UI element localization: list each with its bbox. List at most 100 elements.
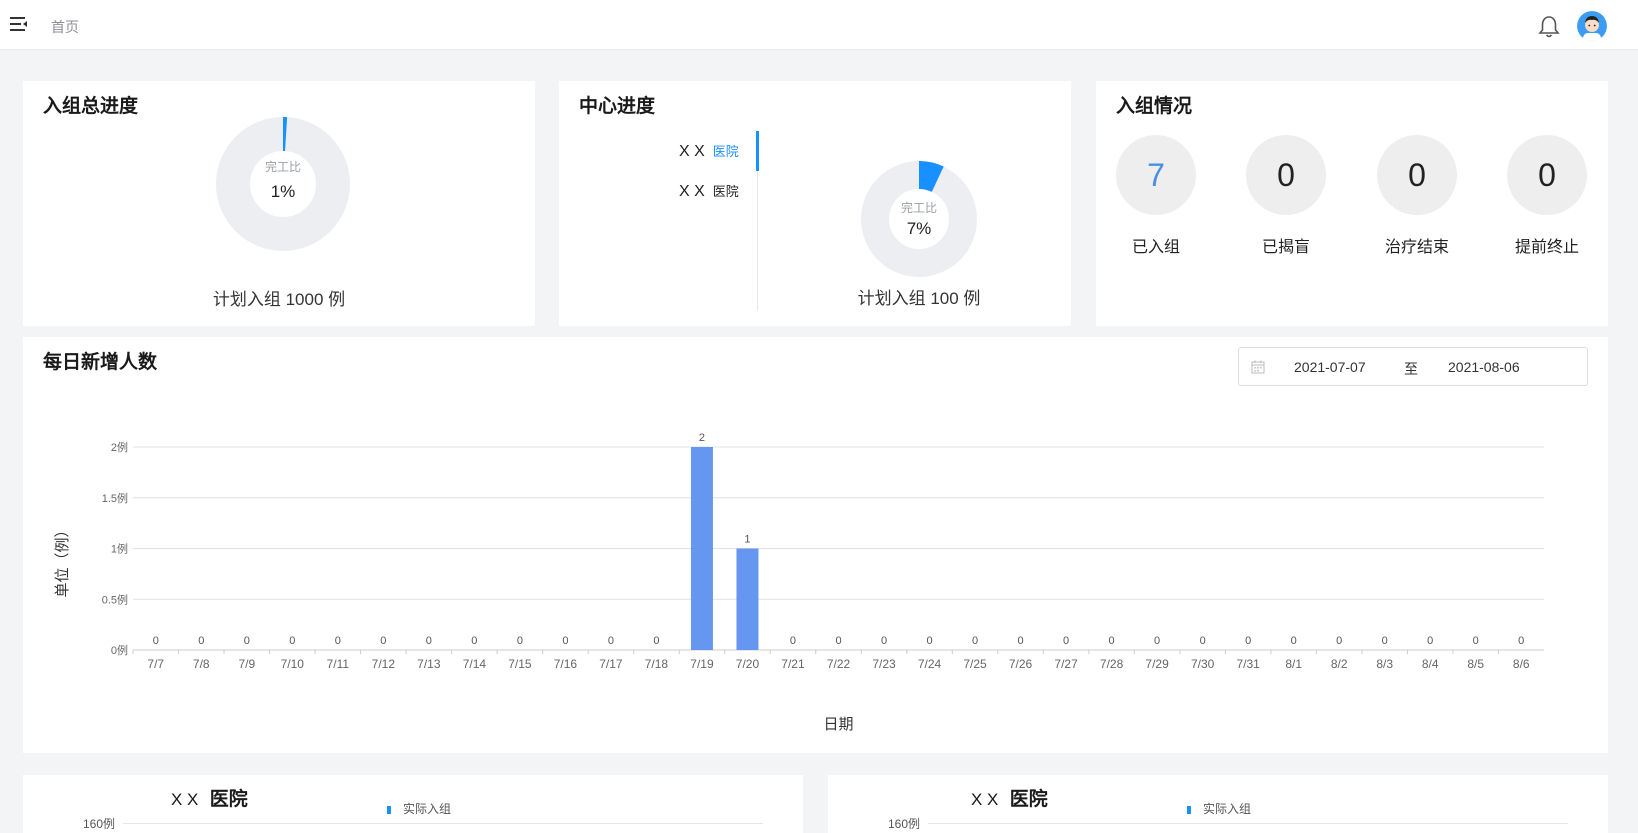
bar-value-label: 0 <box>972 635 978 647</box>
hospital-chart-1-ytick: 160例 <box>83 817 116 831</box>
x-tick-label: 7/15 <box>508 657 532 671</box>
x-tick-label: 7/8 <box>193 657 210 671</box>
hospital-tab-2-name: X X <box>679 183 705 200</box>
bar-value-label: 0 <box>153 635 159 647</box>
stat-unblinded-label: 已揭盲 <box>1261 239 1310 256</box>
bar-value-label: 0 <box>1018 635 1024 647</box>
date-start-input[interactable]: 2021-07-07 <box>1294 359 1366 375</box>
hospital-chart-card-2: X X 医院 实际入组 160例 <box>828 775 1608 833</box>
x-tick-label: 7/18 <box>645 657 669 671</box>
hospital-tab-2[interactable]: X X 医院 <box>679 181 739 201</box>
x-tick-label: 7/26 <box>1009 657 1033 671</box>
enrollment-status-card: 入组情况 7 已入组 0 已揭盲 0 治疗结束 0 提前终止 <box>1096 81 1608 326</box>
stat-early-termination-value: 0 <box>1507 135 1587 215</box>
x-tick-label: 7/17 <box>599 657 623 671</box>
stat-early-termination-label: 提前终止 <box>1514 239 1579 256</box>
hospital-chart-2-name: X X <box>971 790 999 809</box>
stat-treatment-ended-value: 0 <box>1377 135 1457 215</box>
x-tick-label: 7/16 <box>554 657 578 671</box>
x-tick-label: 7/19 <box>690 657 714 671</box>
hospital-tab-2-suffix: 医院 <box>712 184 739 199</box>
hospital-chart-1-legend[interactable]: 实际入组 <box>387 800 451 817</box>
legend-swatch <box>387 805 391 814</box>
bar-value-label: 0 <box>289 635 295 647</box>
x-tick-label: 7/31 <box>1236 657 1260 671</box>
bar-value-label: 0 <box>244 635 250 647</box>
bar-value-label: 0 <box>1291 635 1297 647</box>
bar-value-label: 0 <box>1154 635 1160 647</box>
bar-value-label: 0 <box>1427 635 1433 647</box>
bar-value-label: 0 <box>1473 635 1479 647</box>
center-progress-card: 中心进度 X X 医院 X X 医院 完工比 7% 计划入组 100 例 <box>559 81 1071 326</box>
hospital-chart-card-1: X X 医院 实际入组 160例 <box>23 775 803 833</box>
bar-value-label: 0 <box>790 635 796 647</box>
y-tick-label: 1例 <box>111 542 128 556</box>
date-range-separator: 至 <box>1404 361 1418 377</box>
hospital-chart-2-gridline <box>928 823 1568 824</box>
menu-fold-icon[interactable] <box>10 16 28 32</box>
bar-value-label: 0 <box>335 635 341 647</box>
bar-value-label: 0 <box>1518 635 1524 647</box>
x-tick-label: 7/9 <box>238 657 255 671</box>
x-tick-label: 7/20 <box>736 657 760 671</box>
center-donut-label: 完工比 <box>900 201 937 215</box>
center-percent-text: 7% <box>906 219 932 238</box>
hospital-tab-1-suffix: 医院 <box>712 144 739 159</box>
bar-value-label: 0 <box>653 635 659 647</box>
y-tick-label: 0例 <box>111 643 128 657</box>
bar-value-label: 0 <box>1336 635 1342 647</box>
y-axis-label: 单位（例） <box>53 522 71 597</box>
hospital-chart-2-ytick: 160例 <box>888 817 921 831</box>
bar-value-label: 2 <box>699 432 705 444</box>
y-tick-label: 0.5例 <box>102 592 128 606</box>
top-bar: 首页 <box>0 0 1638 50</box>
hospital-tab-1[interactable]: X X 医院 <box>679 141 739 161</box>
stat-enrolled-label: 已入组 <box>1131 239 1180 256</box>
daily-bar-chart: 0例 0.5例 1例 1.5例 2例单位（例） 日期 7/7 0 7/8 0 7/9 0 7/10 0 7/… <box>53 432 1544 733</box>
x-tick-label: 7/10 <box>281 657 305 671</box>
hospital-chart-2-legend[interactable]: 实际入组 <box>1187 800 1251 817</box>
hospital-chart-2-title: X X 医院 <box>971 784 1048 811</box>
bar-value-label: 0 <box>1109 635 1115 647</box>
bar-value-label: 0 <box>1245 635 1251 647</box>
stat-unblinded-value: 0 <box>1246 135 1326 215</box>
avatar-icon[interactable] <box>1577 11 1607 41</box>
hospital-tab-1-name: X X <box>679 143 705 160</box>
center-plan-text: 计划入组 100 例 <box>857 289 981 308</box>
x-tick-label: 8/1 <box>1285 657 1302 671</box>
y-tick-label: 2例 <box>111 440 128 454</box>
date-end-input[interactable]: 2021-08-06 <box>1448 359 1520 375</box>
bar-value-label: 0 <box>926 635 932 647</box>
x-tick-label: 7/11 <box>327 657 350 671</box>
bar-value-label: 0 <box>1063 635 1069 647</box>
bar-value-label: 0 <box>471 635 477 647</box>
bar-value-label: 0 <box>426 635 432 647</box>
enrollment-status-title: 入组情况 <box>1116 96 1193 117</box>
bell-icon[interactable] <box>1538 15 1560 39</box>
breadcrumb-home[interactable]: 首页 <box>51 17 79 37</box>
x-tick-label: 7/30 <box>1191 657 1215 671</box>
bar <box>690 447 713 650</box>
overall-percent-text: 1% <box>270 182 296 201</box>
x-tick-label: 7/29 <box>1145 657 1169 671</box>
bar-value-label: 0 <box>881 635 887 647</box>
x-tick-label: 8/3 <box>1376 657 1393 671</box>
overall-donut-label: 完工比 <box>264 160 301 174</box>
x-tick-label: 7/21 <box>781 657 805 671</box>
x-tick-label: 7/24 <box>918 657 942 671</box>
bar-value-label: 0 <box>517 635 523 647</box>
bar-value-label: 0 <box>835 635 841 647</box>
bar-value-label: 0 <box>1382 635 1388 647</box>
stat-enrolled-value: 7 <box>1116 135 1196 215</box>
x-tick-label: 8/5 <box>1467 657 1484 671</box>
bar-value-label: 1 <box>744 534 750 546</box>
date-range-picker[interactable]: 2021-07-07 至 2021-08-06 <box>1238 347 1588 386</box>
x-tick-label: 7/25 <box>963 657 987 671</box>
x-tick-label: 7/28 <box>1100 657 1124 671</box>
hospital-tab-active-indicator <box>756 131 759 171</box>
x-axis-label: 日期 <box>823 715 853 733</box>
center-progress-title: 中心进度 <box>579 96 656 117</box>
x-tick-label: 7/7 <box>147 657 164 671</box>
x-tick-label: 7/27 <box>1054 657 1078 671</box>
x-tick-label: 8/4 <box>1422 657 1439 671</box>
